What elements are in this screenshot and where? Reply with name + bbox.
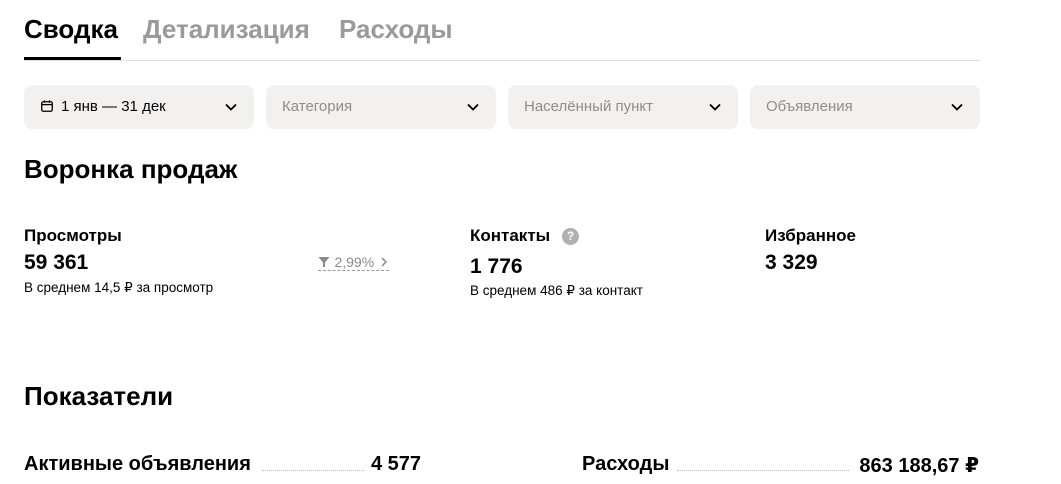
- locality-placeholder: Населённый пункт: [524, 98, 654, 115]
- conversion-rate-value: 2,99%: [334, 253, 375, 270]
- views-subtext: В среднем 14,5 ₽ за просмотр: [24, 280, 214, 295]
- contacts-subtext: В среднем 486 ₽ за контакт: [470, 283, 643, 298]
- category-placeholder: Категория: [282, 98, 353, 115]
- contacts-label: Контакты: [470, 226, 551, 245]
- chevron-down-icon: [709, 103, 721, 111]
- active-listings-value: 4 577: [370, 453, 421, 475]
- dotted-leader: [677, 470, 849, 471]
- tab-details[interactable]: Детализация: [143, 14, 310, 45]
- chevron-down-icon: [467, 103, 479, 111]
- listings-select[interactable]: Объявления: [750, 85, 980, 129]
- expenses-label: Расходы: [582, 453, 670, 475]
- calendar-icon: [41, 100, 53, 112]
- locality-select[interactable]: Населённый пункт: [508, 85, 738, 129]
- indicators-title: Показатели: [24, 381, 174, 411]
- stats-page: Сводка Детализация Расходы 1 янв — 31 де…: [0, 0, 1061, 484]
- dotted-leader: [262, 470, 364, 471]
- active-tab-indicator: [24, 57, 121, 60]
- chevron-down-icon: [951, 103, 963, 111]
- expenses-value: 863 188,67 ₽: [859, 455, 979, 477]
- contacts-value: 1 776: [470, 255, 523, 278]
- tab-bar: Сводка Детализация Расходы: [24, 0, 980, 61]
- tab-summary[interactable]: Сводка: [24, 14, 118, 45]
- active-listings-label: Активные объявления: [24, 453, 251, 475]
- views-label: Просмотры: [24, 226, 122, 245]
- chevron-down-icon: [225, 103, 237, 111]
- funnel-title: Воронка продаж: [24, 154, 238, 184]
- date-range-value: 1 янв — 31 дек: [61, 98, 166, 115]
- tab-expenses[interactable]: Расходы: [339, 14, 453, 45]
- listings-placeholder: Объявления: [766, 98, 853, 115]
- help-icon[interactable]: ?: [562, 228, 579, 245]
- category-select[interactable]: Категория: [266, 85, 496, 129]
- favorites-value: 3 329: [765, 251, 818, 274]
- favorites-label: Избранное: [765, 226, 856, 245]
- date-range-select[interactable]: 1 янв — 31 дек: [24, 85, 254, 129]
- funnel-icon: [318, 256, 330, 267]
- views-value: 59 361: [24, 251, 89, 274]
- conversion-rate-link[interactable]: 2,99%: [318, 253, 389, 271]
- chevron-right-icon: [381, 257, 387, 267]
